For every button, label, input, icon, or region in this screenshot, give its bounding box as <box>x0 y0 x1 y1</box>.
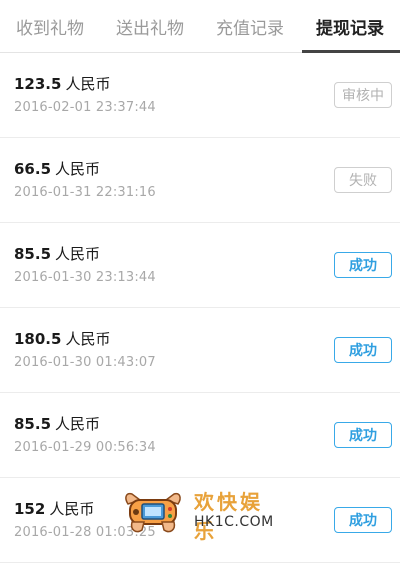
currency-unit: 人民币 <box>55 415 101 433</box>
status-badge: 成功 <box>334 507 392 533</box>
amount-value: 85.5 <box>14 415 52 433</box>
amount-value: 152 <box>14 500 46 518</box>
tab-received-gifts[interactable]: 收到礼物 <box>0 0 100 52</box>
currency-unit: 人民币 <box>65 330 111 348</box>
tab-withdrawal-records[interactable]: 提现记录 <box>300 0 400 53</box>
amount-value: 66.5 <box>14 160 52 178</box>
amount-value: 123.5 <box>14 75 62 93</box>
record-time: 2016-02-01 23:37:44 <box>14 100 156 115</box>
list-item: 85.5 人民币 2016-01-30 23:13:44 成功 <box>0 223 400 308</box>
amount-value: 85.5 <box>14 245 52 263</box>
list-item: 66.5 人民币 2016-01-31 22:31:16 失败 <box>0 138 400 223</box>
record-amount: 123.5 人民币 <box>14 73 110 94</box>
status-badge: 成功 <box>334 422 392 448</box>
status-badge: 成功 <box>334 252 392 278</box>
status-badge: 成功 <box>334 337 392 363</box>
status-badge: 失败 <box>334 167 392 193</box>
list-item: 85.5 人民币 2016-01-29 00:56:34 成功 <box>0 393 400 478</box>
tab-recharge-records[interactable]: 充值记录 <box>200 0 300 52</box>
game-controller-icon <box>125 492 181 533</box>
record-time: 2016-01-30 23:13:44 <box>14 270 156 285</box>
tab-sent-gifts[interactable]: 送出礼物 <box>100 0 200 52</box>
record-amount: 66.5 人民币 <box>14 158 100 179</box>
list-item: 123.5 人民币 2016-02-01 23:37:44 审核中 <box>0 53 400 138</box>
record-time: 2016-01-31 22:31:16 <box>14 185 156 200</box>
amount-value: 180.5 <box>14 330 62 348</box>
record-time: 2016-01-30 01:43:07 <box>14 355 156 370</box>
tab-bar: 收到礼物 送出礼物 充值记录 提现记录 <box>0 0 400 53</box>
watermark: 欢快娱乐 HK1C.COM <box>122 482 282 543</box>
currency-unit: 人民币 <box>65 75 111 93</box>
record-amount: 180.5 人民币 <box>14 328 110 349</box>
record-amount: 85.5 人民币 <box>14 243 100 264</box>
currency-unit: 人民币 <box>55 245 101 263</box>
record-amount: 85.5 人民币 <box>14 413 100 434</box>
watermark-subtitle: HK1C.COM <box>194 514 274 530</box>
currency-unit: 人民币 <box>49 500 95 518</box>
record-amount: 152 人民币 <box>14 498 94 519</box>
currency-unit: 人民币 <box>55 160 101 178</box>
record-time: 2016-01-29 00:56:34 <box>14 440 156 455</box>
status-badge: 审核中 <box>334 82 392 108</box>
list-item: 180.5 人民币 2016-01-30 01:43:07 成功 <box>0 308 400 393</box>
